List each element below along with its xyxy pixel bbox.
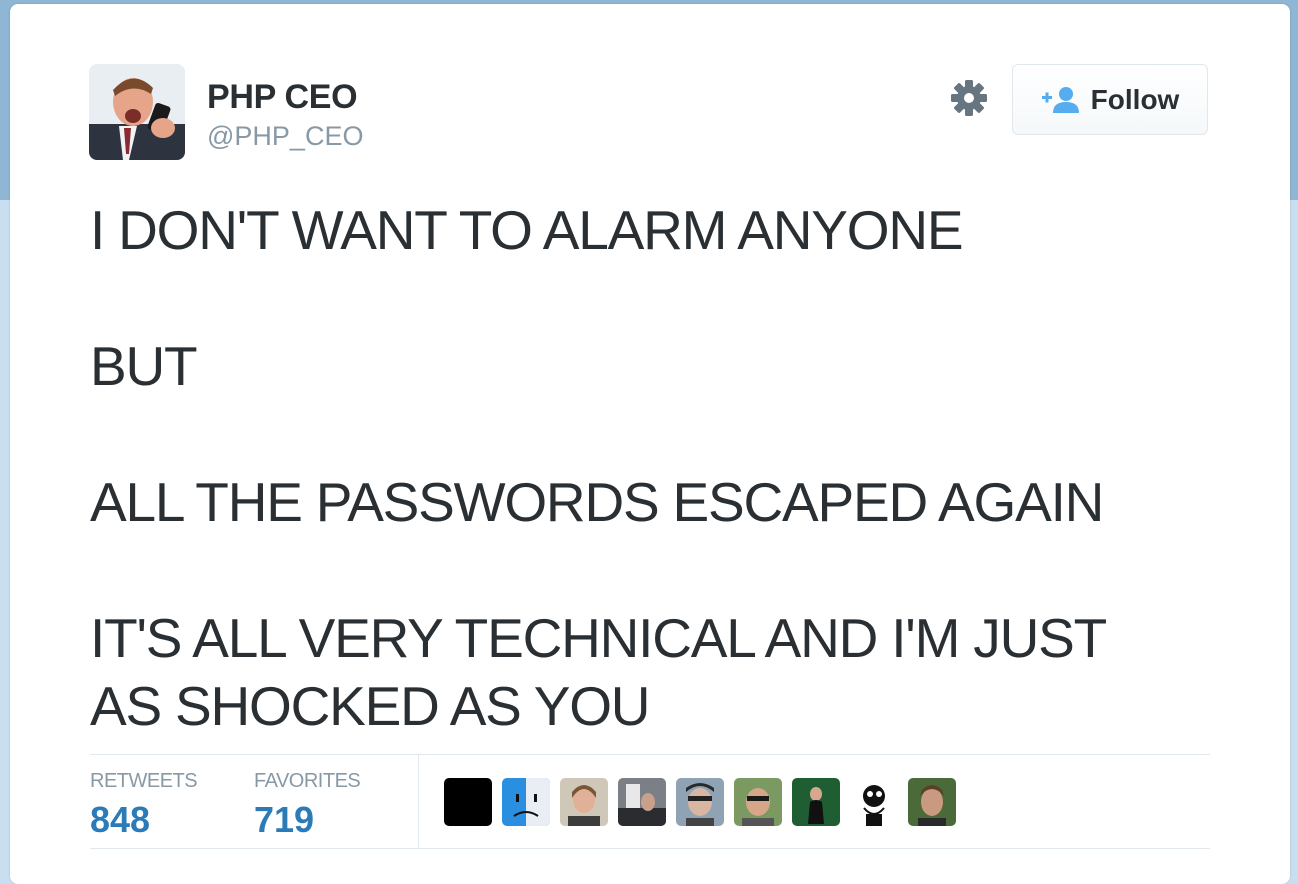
author-name[interactable]: PHP CEO <box>207 78 358 117</box>
favorites-count: 719 <box>254 799 315 840</box>
retweets-stat[interactable]: RETWEETS 848 <box>90 770 198 841</box>
tweet-line: BUT <box>90 335 198 397</box>
tweet-line: ALL THE PASSWORDS ESCAPED AGAIN <box>90 471 1104 533</box>
favoriter-avatar[interactable] <box>502 778 550 826</box>
favoriter-avatar[interactable] <box>676 778 724 826</box>
tweet-text: I DON'T WANT TO ALARM ANYONE BUT ALL THE… <box>90 196 1210 740</box>
favorites-label: FAVORITES <box>254 770 361 792</box>
tweet-line: I DON'T WANT TO ALARM ANYONE <box>90 199 964 261</box>
tweet-line: AS SHOCKED AS YOU <box>90 675 651 737</box>
retweets-count: 848 <box>90 799 151 840</box>
favoriter-avatar[interactable] <box>734 778 782 826</box>
favoriters-list <box>444 778 966 826</box>
stats-divider-top <box>90 754 1210 755</box>
follow-button[interactable]: Follow <box>1012 64 1208 135</box>
favoriter-avatar[interactable] <box>444 778 492 826</box>
favoriter-avatar[interactable] <box>908 778 956 826</box>
favoriter-avatar[interactable] <box>560 778 608 826</box>
stats-divider-bottom <box>90 848 1210 849</box>
tweet-line: IT'S ALL VERY TECHNICAL AND I'M JUST <box>90 607 1107 669</box>
retweets-label: RETWEETS <box>90 770 198 792</box>
follow-person-icon <box>1041 86 1081 114</box>
favoriter-avatar[interactable] <box>850 778 898 826</box>
favoriter-avatar[interactable] <box>618 778 666 826</box>
author-avatar[interactable] <box>89 64 185 160</box>
follow-button-label: Follow <box>1090 83 1180 115</box>
stats-separator <box>418 755 419 848</box>
author-handle[interactable]: @PHP_CEO <box>207 121 363 152</box>
gear-icon[interactable] <box>950 79 988 117</box>
favorites-stat[interactable]: FAVORITES 719 <box>254 770 361 841</box>
favoriter-avatar[interactable] <box>792 778 840 826</box>
